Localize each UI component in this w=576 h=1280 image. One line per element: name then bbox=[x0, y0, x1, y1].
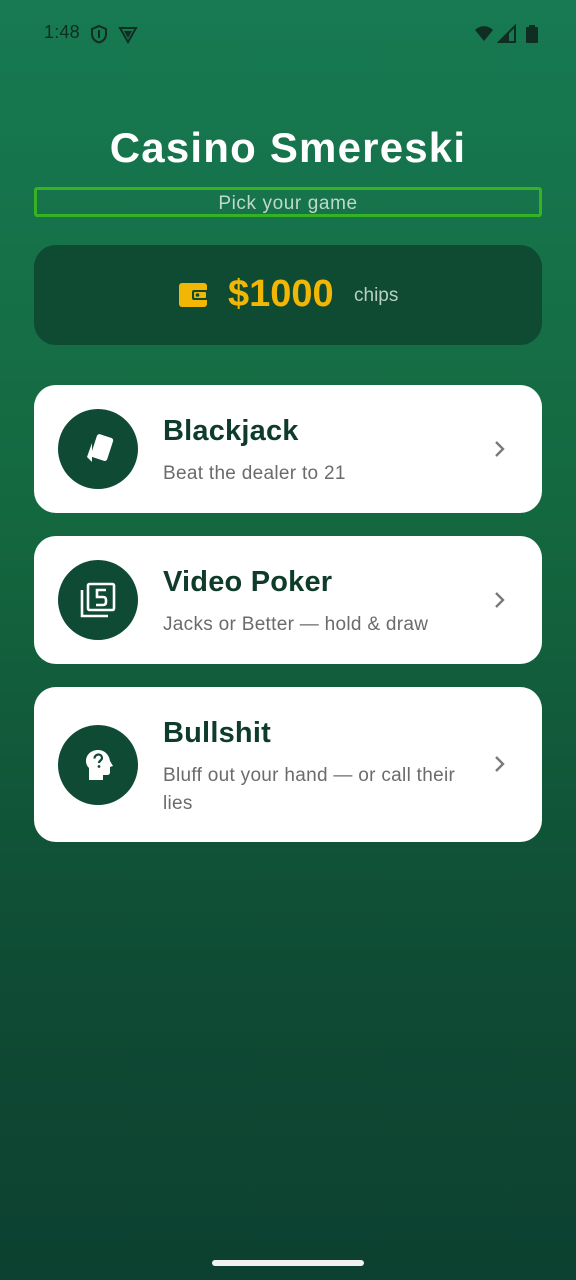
game-title: Video Poker bbox=[163, 566, 333, 598]
status-time: 1:48 bbox=[44, 22, 80, 42]
chips-unit-label: chips bbox=[354, 285, 399, 306]
filter-5-icon bbox=[80, 582, 116, 618]
shield-icon bbox=[89, 24, 109, 44]
vpn-icon bbox=[118, 24, 138, 45]
wifi-icon bbox=[474, 24, 494, 44]
head-question-icon bbox=[86, 750, 113, 780]
signal-icon bbox=[496, 23, 517, 44]
game-icon-circle bbox=[58, 725, 138, 805]
battery-icon bbox=[522, 24, 542, 44]
game-description: Jacks or Better — hold & draw bbox=[163, 614, 429, 635]
chips-amount: $1000 bbox=[228, 273, 334, 315]
chips-balance-card: $1000 chips bbox=[34, 245, 542, 345]
game-icon-circle bbox=[58, 560, 138, 640]
chevron-right-icon bbox=[492, 754, 508, 774]
chevron-right-icon bbox=[492, 590, 508, 610]
wallet-icon bbox=[178, 282, 208, 308]
game-description: Beat the dealer to 21 bbox=[163, 463, 346, 484]
game-title: Bullshit bbox=[163, 717, 271, 749]
app-title: Casino Smereski bbox=[109, 124, 467, 171]
game-card-blackjack[interactable]: Blackjack Beat the dealer to 21 bbox=[34, 385, 542, 513]
chevron-right-icon bbox=[492, 439, 508, 459]
game-title: Blackjack bbox=[163, 415, 299, 447]
game-description: Bluff out your hand — or call their lies bbox=[163, 765, 456, 814]
subtitle-focus-box: Pick your game bbox=[34, 187, 542, 217]
home-indicator[interactable] bbox=[212, 1260, 364, 1266]
status-bar: 1:48 bbox=[0, 0, 576, 70]
game-card-video-poker[interactable]: Video Poker Jacks or Better — hold & dra… bbox=[34, 536, 542, 664]
game-card-bullshit[interactable]: Bullshit Bluff out your hand — or call t… bbox=[34, 687, 542, 842]
subtitle: Pick your game bbox=[218, 193, 358, 214]
game-icon-circle bbox=[58, 409, 138, 489]
playing-cards-icon bbox=[87, 434, 114, 462]
